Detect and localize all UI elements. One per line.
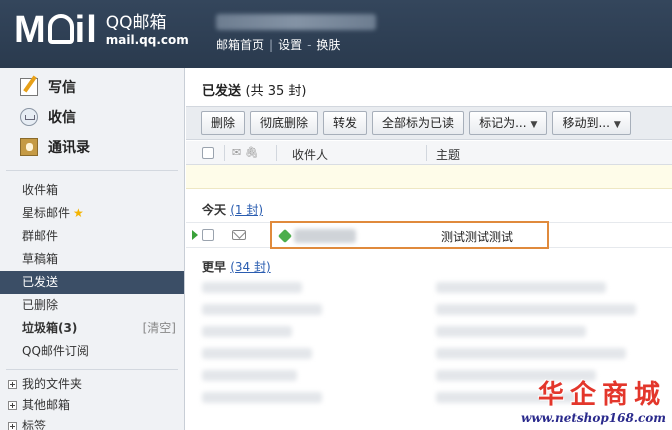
qq-mail-logo[interactable]: Mil QQ邮箱 mail.qq.com [14,10,189,50]
mark-as-label: 标记为... [479,116,527,130]
folder-title: 已发送 [202,84,242,99]
nav-settings[interactable]: 设置 [278,38,302,52]
folder-group-mail[interactable]: 群邮件 [0,225,184,248]
column-divider [426,145,427,161]
group-earlier: 更早 (34 封) [202,258,271,275]
page-title: 已发送 (共 35 封) [186,68,672,108]
bell-icon [47,14,74,44]
folder-spam[interactable]: 垃圾箱(3) [清空] [0,317,184,340]
pencil-icon [20,78,38,96]
nav-separator: - [307,38,312,52]
group-my-folders[interactable]: 我的文件夹 [0,374,184,395]
nav-separator: | [269,38,274,52]
empty-spam-link[interactable]: [清空] [143,317,176,340]
mark-all-read-button[interactable]: 全部标为已读 [372,111,465,135]
folder-subscriptions[interactable]: QQ邮件订阅 [0,340,184,363]
blurred-row [202,304,322,315]
blurred-row [436,304,636,315]
group-earlier-label: 更早 [202,260,227,274]
group-earlier-count[interactable]: (34 封) [230,260,270,274]
blurred-row [436,326,586,337]
folder-sent[interactable]: 已发送 [0,271,184,294]
brand-name: QQ邮箱 [105,13,167,33]
group-today-label: 今天 [202,203,227,217]
header-nav: 邮箱首页 | 设置 - 换肤 [216,36,340,53]
logo-wordmark: Mil [14,9,98,51]
expand-icon[interactable] [8,380,17,389]
group-label: 我的文件夹 [22,377,83,391]
group-label: 标签 [22,419,47,430]
contacts-button[interactable]: 通讯录 [0,132,184,162]
move-to-label: 移动到... [562,116,610,130]
folder-inbox[interactable]: 收件箱 [0,179,184,202]
highlight-box [270,221,549,249]
watermark-url: www.netshop168.com [521,411,666,425]
unread-arrow-icon [192,230,198,240]
top-header: Mil QQ邮箱 mail.qq.com 邮箱首页 | 设置 - 换肤 [0,0,672,68]
mail-count: (共 35 封) [245,84,307,99]
inbox-icon [20,108,38,126]
column-header: ✉ 🖇 收件人 主题 [186,141,672,165]
sidebar-divider [6,369,178,370]
blurred-row [202,370,297,381]
row-checkbox[interactable] [202,229,214,241]
star-icon: ★ [73,206,84,220]
expand-icon[interactable] [8,401,17,410]
folder-starred-label: 星标邮件 [22,206,71,220]
folder-spam-label: 垃圾箱(3) [22,321,78,335]
group-label: 其他邮箱 [22,398,71,412]
compose-label: 写信 [48,80,76,96]
blurred-row [202,348,312,359]
sidebar-divider [6,170,178,171]
select-all-checkbox[interactable] [202,147,214,159]
inbox-button[interactable]: 收信 [0,102,184,132]
nav-change-skin[interactable]: 换肤 [316,38,340,52]
blurred-row [202,392,322,403]
folder-starred[interactable]: 星标邮件 ★ [0,202,184,225]
toolbar: 删除 彻底删除 转发 全部标为已读 标记为... ▼ 移动到... ▼ [186,106,672,140]
nav-mail-home[interactable]: 邮箱首页 [216,38,264,52]
mail-list-panel: 已发送 (共 35 封) 删除 彻底删除 转发 全部标为已读 标记为... ▼ 移… [186,68,672,430]
column-divider [224,145,225,161]
inbox-label: 收信 [48,110,76,126]
column-divider [276,145,277,161]
delete-permanently-button[interactable]: 彻底删除 [250,111,319,135]
blurred-row [202,282,302,293]
move-to-dropdown[interactable]: 移动到... ▼ [552,111,631,135]
chevron-down-icon: ▼ [530,120,538,130]
blurred-row [436,282,606,293]
blurred-row [202,326,292,337]
envelope-attachment-icons: ✉ 🖇 [232,146,259,159]
subject-column-header[interactable]: 主题 [436,146,460,163]
watermark-title: 华企商城 [537,380,666,410]
chevron-down-icon: ▼ [613,120,621,130]
logo-text: QQ邮箱 mail.qq.com [106,13,189,47]
expand-icon[interactable] [8,422,17,430]
contacts-icon [20,138,38,156]
envelope-open-icon [232,230,246,240]
recipient-column-header[interactable]: 收件人 [292,146,328,163]
group-today: 今天 (1 封) [202,201,263,218]
site-watermark: 华企商城 www.netshop168.com [521,380,666,426]
group-other-mailboxes[interactable]: 其他邮箱 [0,395,184,416]
group-today-count[interactable]: (1 封) [230,203,263,217]
group-tags[interactable]: 标签 [0,416,184,430]
blurred-account-name [216,14,376,30]
mark-as-dropdown[interactable]: 标记为... ▼ [469,111,548,135]
blurred-row [436,348,626,359]
compose-button[interactable]: 写信 [0,72,184,102]
delete-button[interactable]: 删除 [201,111,246,135]
folder-drafts[interactable]: 草稿箱 [0,248,184,271]
sidebar: 写信 收信 通讯录 收件箱 星标邮件 ★ 群邮件 草稿箱 已发送 已删除 垃圾箱(… [0,68,185,430]
folder-deleted[interactable]: 已删除 [0,294,184,317]
brand-domain: mail.qq.com [105,33,189,47]
notice-bar [186,165,672,189]
contacts-label: 通讯录 [48,140,90,156]
forward-button[interactable]: 转发 [323,111,368,135]
